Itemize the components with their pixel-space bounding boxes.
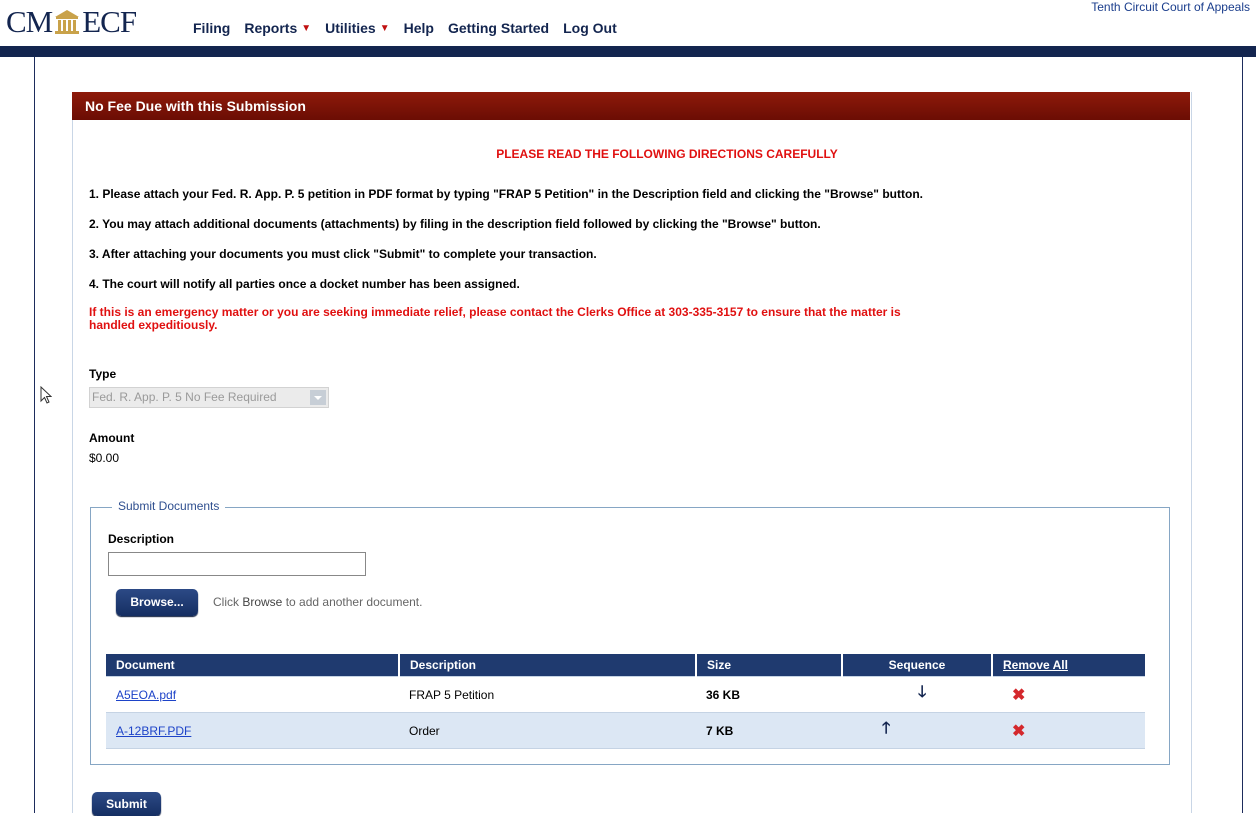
cell-size: 36 KB [696, 676, 842, 713]
page-left-border [34, 57, 35, 813]
type-select-value: Fed. R. App. P. 5 No Fee Required [92, 390, 277, 404]
nav-label: Utilities [325, 20, 376, 36]
type-select[interactable]: Fed. R. App. P. 5 No Fee Required [89, 387, 329, 408]
col-size: Size [696, 654, 843, 677]
cell-document: A5EOA.pdf [106, 676, 399, 713]
logo-text-right: ECF [82, 4, 137, 39]
browse-button[interactable]: Browse... [116, 589, 198, 616]
chevron-down-icon [310, 390, 326, 405]
col-description: Description [399, 654, 697, 677]
nav-label: Log Out [563, 20, 617, 36]
header-divider-bar [0, 46, 1256, 57]
remove-all-link[interactable]: Remove All [992, 654, 1145, 677]
hint-bold: Browse [242, 595, 283, 609]
direction-4: 4. The court will notify all parties onc… [89, 277, 520, 291]
direction-3: 3. After attaching your documents you mu… [89, 247, 597, 261]
amount-label: Amount [89, 431, 135, 445]
caret-down-icon: ▼ [379, 22, 390, 34]
document-link[interactable]: A-12BRF.PDF [116, 724, 191, 738]
caret-down-icon: ▼ [301, 22, 312, 34]
nav-label: Getting Started [447, 20, 550, 36]
description-input[interactable] [108, 552, 366, 576]
table-header-row: Document Description Size Sequence Remov… [106, 654, 1145, 677]
nav-label: Help [403, 20, 434, 36]
courthouse-icon [53, 8, 81, 36]
panel-title: No Fee Due with this Submission [72, 92, 1190, 120]
page-right-border [1242, 57, 1243, 813]
submit-documents-legend: Submit Documents [112, 499, 226, 513]
nav-help[interactable]: Help [404, 20, 434, 36]
cell-size: 7 KB [696, 712, 842, 749]
browse-hint: Click Browse to add another document. [213, 595, 422, 609]
document-link[interactable]: A5EOA.pdf [116, 688, 176, 702]
hint-suffix: to add another document. [282, 595, 423, 609]
documents-table: Document Description Size Sequence Remov… [106, 654, 1145, 749]
cell-remove: ✖ [992, 712, 1145, 749]
top-header: CM ECF Filing Reports ▼ Utilities ▼ Help G… [0, 0, 1256, 48]
nav-getting-started[interactable]: Getting Started [448, 20, 549, 36]
type-label: Type [89, 367, 117, 381]
cell-sequence: 🡑 [842, 712, 992, 749]
arrow-up-icon[interactable]: 🡑 [882, 717, 890, 744]
col-sequence: Sequence [842, 654, 993, 677]
arrow-down-icon[interactable]: 🡓 [918, 681, 926, 708]
cell-remove: ✖ [992, 676, 1145, 713]
nav-label: Filing [193, 20, 231, 36]
direction-2: 2. You may attach additional documents (… [89, 217, 821, 231]
emergency-notice: If this is an emergency matter or you ar… [89, 305, 901, 332]
main-nav: Filing Reports ▼ Utilities ▼ Help Getting … [193, 20, 631, 36]
nav-filing[interactable]: Filing [193, 20, 230, 36]
cell-description: FRAP 5 Petition [399, 676, 696, 713]
submit-button[interactable]: Submit [92, 792, 161, 816]
cmecf-logo[interactable]: CM ECF [6, 4, 137, 40]
hint-prefix: Click [213, 595, 243, 609]
mouse-pointer-icon [40, 385, 53, 407]
nav-label: Reports [244, 20, 298, 36]
direction-1: 1. Please attach your Fed. R. App. P. 5 … [89, 187, 923, 201]
description-label: Description [108, 532, 175, 546]
cell-description: Order [399, 712, 696, 749]
nav-log-out[interactable]: Log Out [563, 20, 617, 36]
nav-utilities[interactable]: Utilities ▼ [325, 20, 389, 36]
amount-value: $0.00 [89, 451, 120, 465]
logo-text-left: CM [6, 4, 53, 39]
remove-x-icon[interactable]: ✖ [1012, 685, 1025, 705]
cell-document: A-12BRF.PDF [106, 712, 399, 749]
col-document: Document [106, 654, 400, 677]
table-row: A-12BRF.PDF Order 7 KB 🡑 ✖ [106, 712, 1145, 749]
cell-sequence: 🡓 [842, 676, 992, 713]
nav-reports[interactable]: Reports ▼ [244, 20, 311, 36]
remove-x-icon[interactable]: ✖ [1012, 721, 1025, 741]
court-name: Tenth Circuit Court of Appeals [1091, 0, 1250, 14]
warning-title: PLEASE READ THE FOLLOWING DIRECTIONS CAR… [496, 147, 838, 161]
table-row: A5EOA.pdf FRAP 5 Petition 36 KB 🡓 ✖ [106, 676, 1145, 713]
